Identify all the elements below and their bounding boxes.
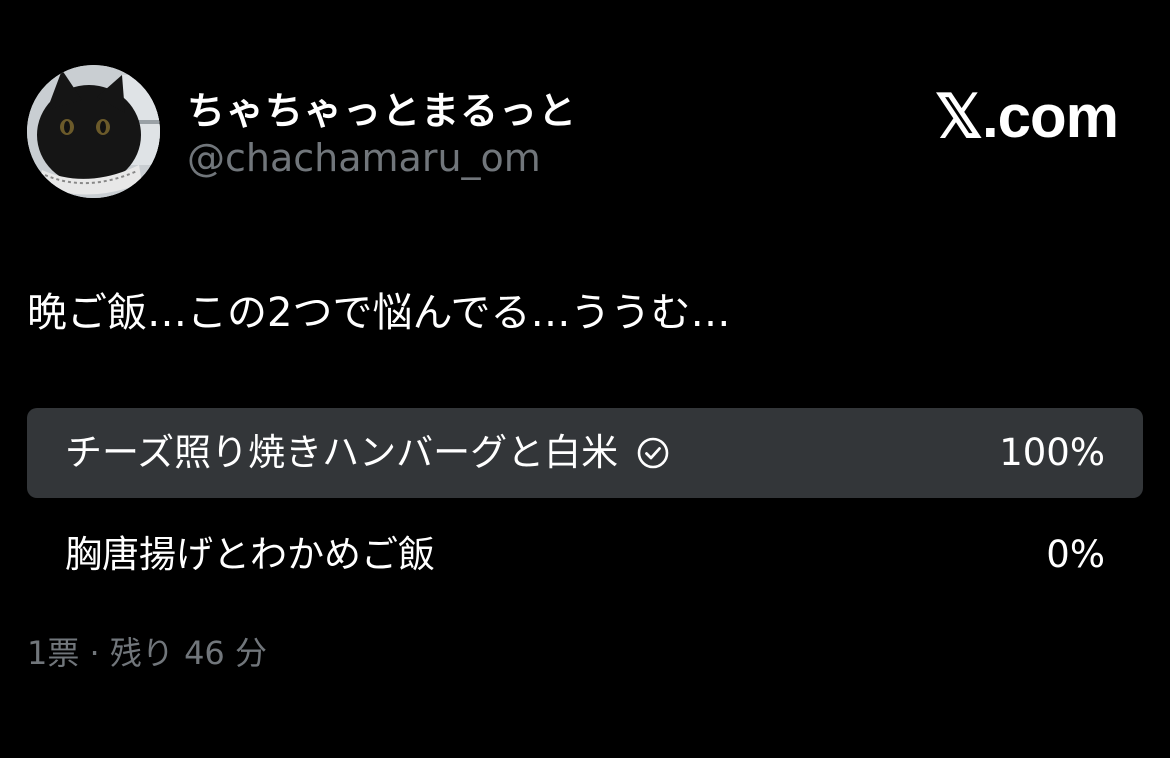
- cat-avatar-image: [27, 65, 160, 198]
- avatar[interactable]: [27, 65, 160, 198]
- poll-option-label: チーズ照り焼きハンバーグと白米: [65, 431, 619, 474]
- x-com-logo: 𝕏.com: [934, 83, 1119, 150]
- poll-time-remaining: 残り 46 分: [109, 634, 267, 672]
- poll-vote-count: 1票: [27, 634, 80, 672]
- tweet-text: 晩ご飯…この2つで悩んでる…ううむ…: [27, 290, 731, 336]
- poll-option-percent: 100%: [999, 431, 1105, 474]
- check-circle-icon: [636, 436, 670, 470]
- author-handle[interactable]: @chachamaru_om: [187, 136, 541, 180]
- poll-option-label-row: チーズ照り焼きハンバーグと白米: [65, 408, 670, 498]
- poll-meta-separator: ·: [89, 634, 100, 672]
- poll-option-percent: 0%: [1046, 533, 1105, 576]
- poll-option-label-row: 胸唐揚げとわかめご飯: [65, 510, 435, 600]
- poll-option-2: 胸唐揚げとわかめご飯 0%: [27, 510, 1143, 600]
- poll-meta: 1票 · 残り 46 分: [27, 628, 267, 674]
- poll-option-label: 胸唐揚げとわかめご飯: [65, 533, 435, 576]
- author-display-name[interactable]: ちゃちゃっとまるっと: [187, 80, 577, 135]
- poll-option-1: チーズ照り焼きハンバーグと白米 100%: [27, 408, 1143, 498]
